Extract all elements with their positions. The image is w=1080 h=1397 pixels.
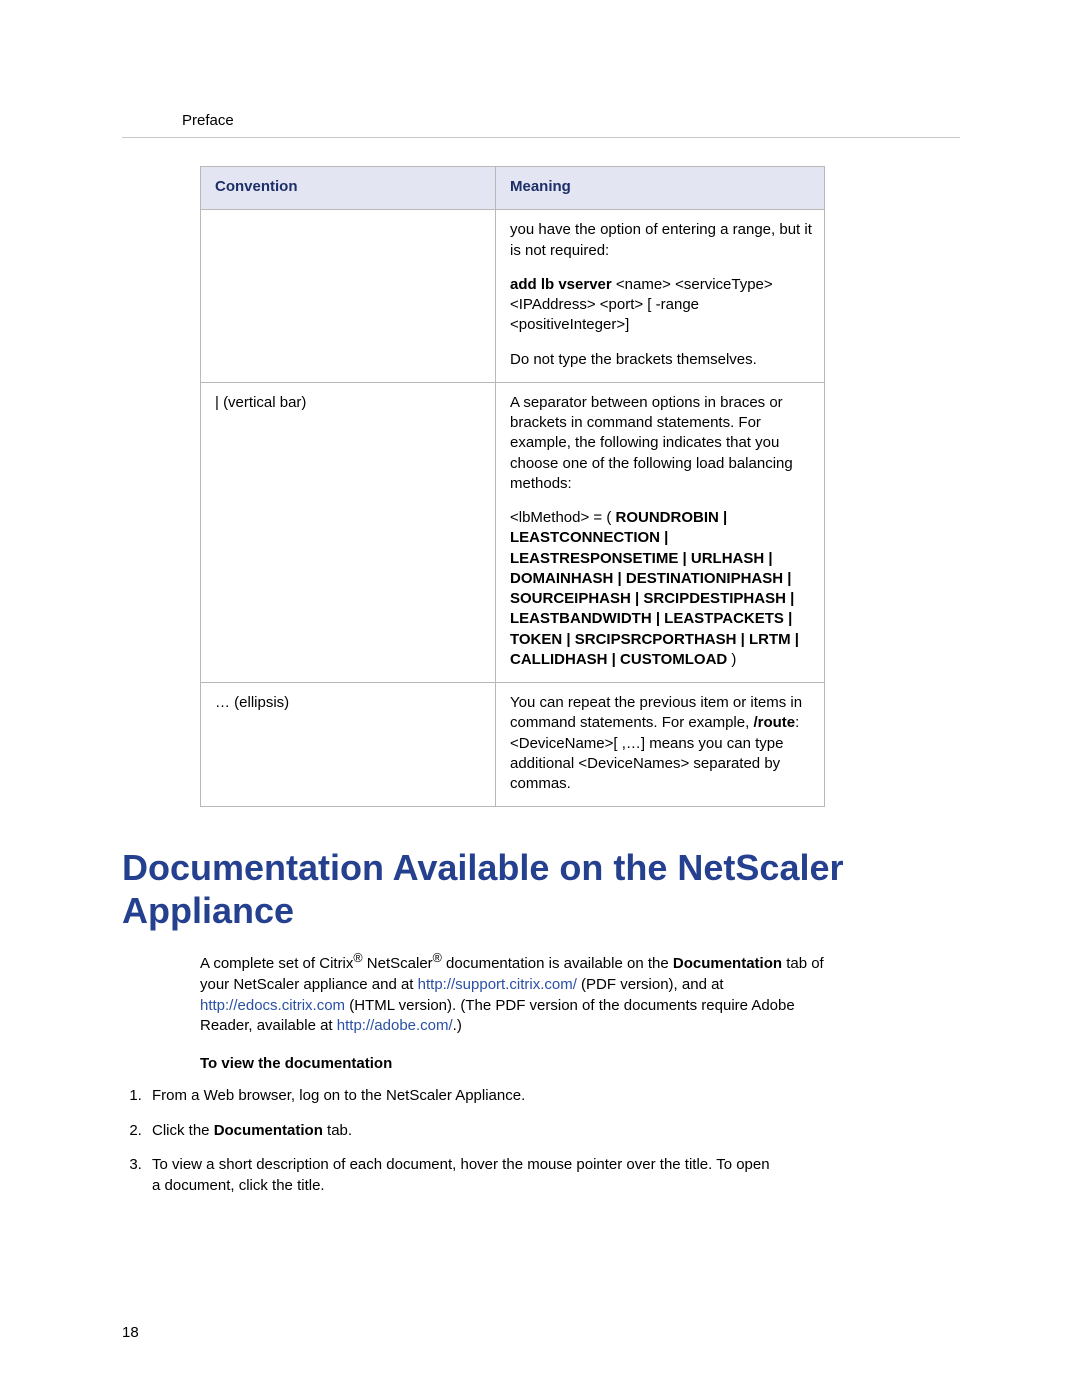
meaning-code: add lb vserver <name> <serviceType> <IPA… [510, 275, 812, 336]
edocs-link[interactable]: http://edocs.citrix.com [200, 997, 345, 1014]
list-item: From a Web browser, log on to the NetSca… [146, 1086, 771, 1107]
page-number: 18 [122, 1324, 139, 1341]
cell-meaning: A separator between options in braces or… [496, 383, 824, 682]
conventions-table: Convention Meaning you have the option o… [200, 166, 825, 807]
registered-mark: ® [353, 951, 362, 965]
header-rule [122, 137, 960, 138]
registered-mark: ® [433, 951, 442, 965]
table-header-row: Convention Meaning [201, 167, 824, 210]
table-row: … (ellipsis) You can repeat the previous… [201, 683, 824, 806]
procedure-title: To view the documentation [200, 1055, 825, 1072]
procedure-steps: From a Web browser, log on to the NetSca… [122, 1086, 771, 1197]
col-header-convention: Convention [201, 167, 496, 209]
list-item: To view a short description of each docu… [146, 1155, 771, 1196]
col-header-meaning: Meaning [496, 167, 824, 209]
table-row: | (vertical bar) A separator between opt… [201, 383, 824, 683]
intro-paragraph: A complete set of Citrix® NetScaler® doc… [200, 950, 825, 1037]
meaning-code: <lbMethod> = ( ROUNDROBIN | LEASTCONNECT… [510, 508, 812, 670]
cell-convention: … (ellipsis) [201, 683, 496, 806]
adobe-link[interactable]: http://adobe.com/ [337, 1017, 453, 1034]
cell-meaning: You can repeat the previous item or item… [496, 683, 824, 806]
list-item: Click the Documentation tab. [146, 1121, 771, 1142]
table-row: you have the option of entering a range,… [201, 210, 824, 383]
cell-convention [201, 210, 496, 382]
meaning-text: You can repeat the previous item or item… [510, 693, 812, 794]
support-link[interactable]: http://support.citrix.com/ [418, 976, 577, 993]
cell-convention: | (vertical bar) [201, 383, 496, 682]
meaning-text: Do not type the brackets themselves. [510, 350, 812, 370]
page-container: Preface Convention Meaning you have the … [0, 0, 1080, 1397]
cell-meaning: you have the option of entering a range,… [496, 210, 824, 382]
section-label: Preface [182, 112, 960, 129]
meaning-text: you have the option of entering a range,… [510, 220, 812, 261]
section-heading: Documentation Available on the NetScaler… [122, 847, 960, 932]
meaning-text: A separator between options in braces or… [510, 393, 812, 494]
